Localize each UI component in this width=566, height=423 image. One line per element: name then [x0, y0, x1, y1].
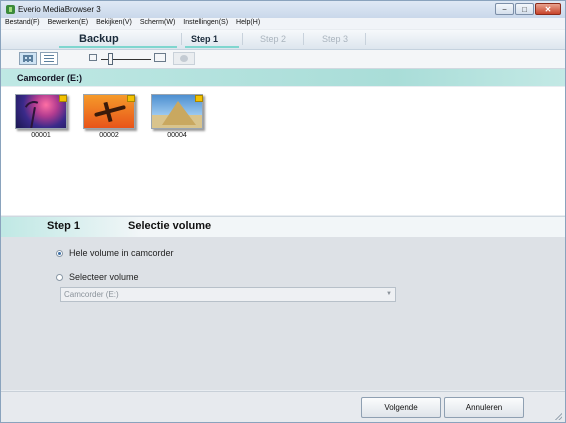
close-button[interactable]: ✕ [535, 3, 561, 15]
app-icon [6, 5, 15, 14]
divider [365, 33, 366, 45]
minimize-button[interactable]: − [495, 3, 514, 15]
whole-volume-radio[interactable] [56, 249, 63, 257]
step-label: Step 1 [47, 220, 81, 232]
chevron-down-icon: ▼ [386, 291, 392, 297]
whole-volume-label: Hele volume in camcorder [69, 248, 174, 258]
whole-volume-option[interactable]: Hele volume in camcorder [56, 248, 174, 258]
menu-bar: Bestand(F) Bewerken(E) Bekijken(V) Scher… [1, 18, 565, 29]
menu-help[interactable]: Help(H) [232, 18, 264, 29]
divider [181, 33, 182, 45]
app-window: Everio MediaBrowser 3 − □ ✕ Bestand(F) B… [0, 0, 566, 423]
list-view-button[interactable] [40, 52, 58, 65]
view-toolbar [1, 50, 565, 69]
selected-flag-icon [195, 95, 203, 102]
menu-edit[interactable]: Bewerken(E) [44, 18, 92, 29]
tab-step-1[interactable]: Step 1 [191, 34, 218, 44]
resize-grip-icon[interactable] [555, 413, 562, 420]
tab-step-2[interactable]: Step 2 [260, 34, 286, 44]
disc-tool-icon[interactable] [173, 52, 195, 65]
grid-view-button[interactable] [19, 52, 37, 65]
menu-window[interactable]: Scherm(W) [136, 18, 179, 29]
grid-view-icon [23, 55, 33, 62]
volume-select-value: Camcorder (E:) [64, 290, 119, 299]
menu-file[interactable]: Bestand(F) [1, 18, 44, 29]
step-bar: Backup Step 1 Step 2 Step 3 [1, 30, 565, 50]
volume-options-panel: Hele volume in camcorder Selecteer volum… [1, 237, 565, 390]
select-volume-radio[interactable] [56, 273, 63, 281]
maximize-button[interactable]: □ [515, 3, 534, 15]
select-volume-label: Selecteer volume [69, 272, 139, 282]
zoom-out-icon[interactable] [89, 54, 97, 61]
thumbnail-label: 00001 [31, 132, 51, 139]
zoom-slider-thumb[interactable] [108, 53, 113, 65]
thumbnail-item[interactable]: 00004 [151, 94, 206, 139]
zoom-in-icon[interactable] [154, 53, 166, 62]
thumbnail-label: 00002 [99, 132, 119, 139]
thumbnail-item[interactable]: 00002 [83, 94, 138, 139]
title-bar: Everio MediaBrowser 3 − □ ✕ [1, 1, 565, 18]
volume-select[interactable]: Camcorder (E:) ▼ [60, 287, 396, 302]
mode-title: Backup [79, 33, 119, 45]
list-view-icon [44, 55, 54, 62]
mode-underline [59, 46, 177, 48]
tab-step-3[interactable]: Step 3 [322, 34, 348, 44]
device-header: Camcorder (E:) [1, 69, 565, 86]
divider [242, 33, 243, 45]
next-button[interactable]: Volgende [361, 397, 441, 418]
window-title: Everio MediaBrowser 3 [18, 5, 101, 14]
device-label: Camcorder (E:) [17, 73, 83, 83]
cancel-button[interactable]: Annuleren [444, 397, 524, 418]
selected-flag-icon [127, 95, 135, 102]
step-section-header: Step 1 Selectie volume [1, 216, 565, 238]
selected-flag-icon [59, 95, 67, 102]
menu-view[interactable]: Bekijken(V) [92, 18, 136, 29]
step-title: Selectie volume [128, 220, 212, 232]
menu-settings[interactable]: Instellingen(S) [179, 18, 232, 29]
divider [303, 33, 304, 45]
select-volume-option[interactable]: Selecteer volume [56, 272, 139, 282]
thumbnail-label: 00004 [167, 132, 187, 139]
footer-bar: Volgende Annuleren [1, 391, 565, 422]
window-controls: − □ ✕ [494, 3, 561, 15]
thumbnail-item[interactable]: 00001 [15, 94, 70, 139]
active-step-underline [185, 46, 239, 48]
thumbnail-grid: 00001 00002 00004 [1, 87, 565, 215]
